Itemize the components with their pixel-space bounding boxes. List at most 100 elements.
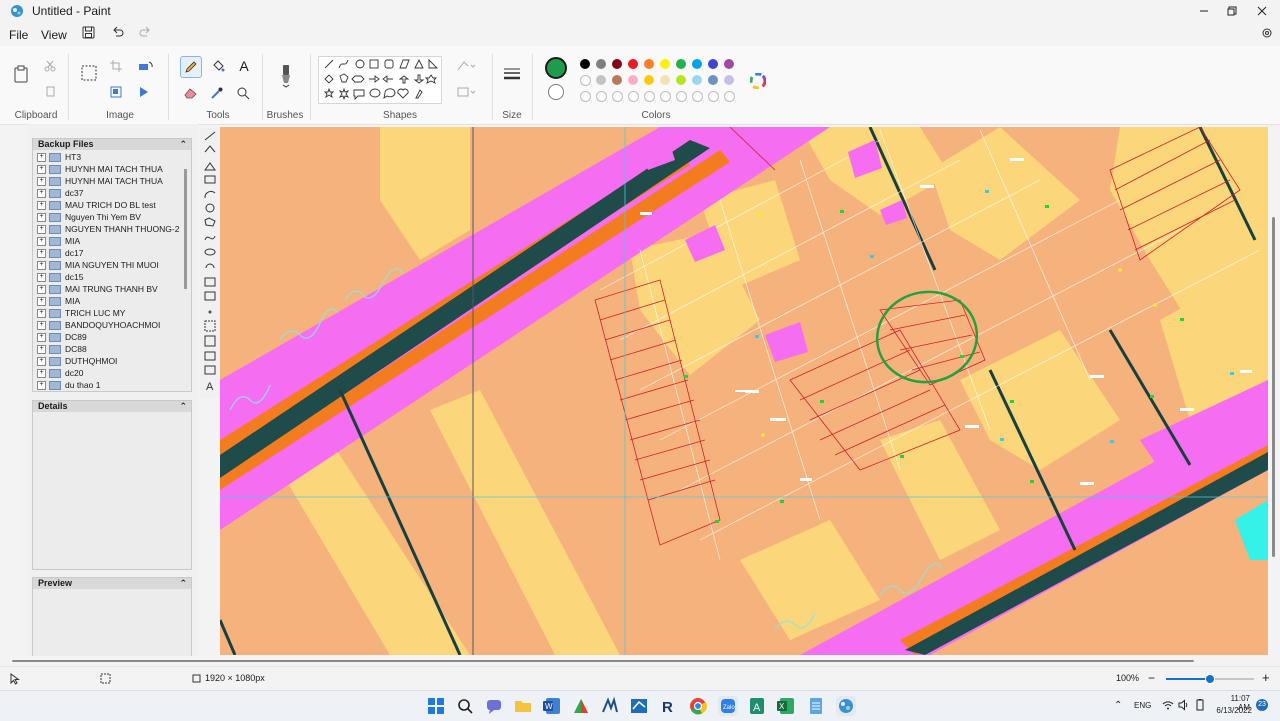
palette-swatch[interactable] xyxy=(692,59,702,69)
horizontal-scroll-thumb[interactable] xyxy=(12,660,1194,662)
custom-color-slot[interactable] xyxy=(596,91,607,102)
zoom-in-button[interactable]: + xyxy=(1262,670,1270,685)
tree-item[interactable]: + du thao 1 xyxy=(37,379,100,391)
palette-swatch[interactable] xyxy=(628,75,638,85)
palette-swatch[interactable] xyxy=(580,59,590,69)
volume-icon[interactable] xyxy=(1178,699,1190,714)
palette-swatch[interactable] xyxy=(676,59,686,69)
expand-icon[interactable]: + xyxy=(37,152,46,162)
paste-button[interactable] xyxy=(10,60,32,88)
vertical-scrollbar[interactable] xyxy=(1268,127,1280,655)
palette-swatch[interactable] xyxy=(708,75,718,85)
close-button[interactable] xyxy=(1246,0,1278,22)
palette-swatch[interactable] xyxy=(596,59,606,69)
notepad-button[interactable] xyxy=(806,696,826,716)
tree-item[interactable]: + BANDOQUYHOACHMOI xyxy=(37,319,160,331)
zoom-slider-thumb[interactable] xyxy=(1205,674,1215,684)
expand-icon[interactable]: + xyxy=(37,320,46,330)
notification-badge[interactable]: 23 xyxy=(1256,699,1268,711)
expand-icon[interactable]: + xyxy=(37,308,46,318)
tree-item[interactable]: + HUYNH MAI TACH THUA xyxy=(37,163,163,175)
expand-icon[interactable]: + xyxy=(37,176,46,186)
palette-swatch[interactable] xyxy=(692,75,702,85)
paint-taskbar-button[interactable] xyxy=(836,696,856,716)
zoom-slider[interactable] xyxy=(1166,674,1254,684)
pencil-tool[interactable] xyxy=(180,56,202,78)
palette-swatch[interactable] xyxy=(676,75,686,85)
search-button[interactable] xyxy=(455,696,475,716)
expand-icon[interactable]: + xyxy=(37,248,46,258)
collapse-icon[interactable]: ⌃ xyxy=(179,401,187,412)
vertical-scroll-thumb[interactable] xyxy=(1272,217,1275,557)
expand-icon[interactable]: + xyxy=(37,272,46,282)
tree-item[interactable]: + DC88 xyxy=(37,343,87,355)
palette-swatch[interactable] xyxy=(580,75,591,86)
tree-item[interactable]: + NGUYEN THANH THUONG-2 xyxy=(37,223,179,235)
expand-icon[interactable]: + xyxy=(37,380,46,390)
expand-icon[interactable]: + xyxy=(37,368,46,378)
flip-vertical-button[interactable] xyxy=(134,84,158,100)
expand-icon[interactable]: + xyxy=(37,284,46,294)
maximize-button[interactable] xyxy=(1216,0,1248,22)
palette-swatch[interactable] xyxy=(628,59,638,69)
zoom-out-button[interactable]: − xyxy=(1148,671,1155,685)
collapse-icon[interactable]: ⌃ xyxy=(179,578,187,589)
expand-icon[interactable]: + xyxy=(37,236,46,246)
outline-button[interactable] xyxy=(452,58,480,74)
expand-icon[interactable]: + xyxy=(37,344,46,354)
drawing-canvas[interactable] xyxy=(220,127,1268,655)
tree-item[interactable]: + MAU TRICH DO BL test xyxy=(37,199,156,211)
copy-button[interactable] xyxy=(42,84,58,100)
custom-color-slot[interactable] xyxy=(660,91,671,102)
palette-swatch[interactable] xyxy=(724,75,734,85)
tree-item[interactable]: + HUYNH MAI TACH THUA xyxy=(37,175,163,187)
tree-item[interactable]: + TRICH LUC MY xyxy=(37,307,125,319)
custom-color-slot[interactable] xyxy=(676,91,687,102)
tree-item[interactable]: + MAI TRUNG THANH BV xyxy=(37,283,158,295)
crop-button[interactable] xyxy=(108,58,124,74)
menu-view[interactable]: View xyxy=(41,28,67,42)
tree-item[interactable]: + DC89 xyxy=(37,331,87,343)
word-button[interactable]: W xyxy=(542,696,562,716)
resize-button[interactable] xyxy=(108,84,124,100)
battery-icon[interactable] xyxy=(1194,699,1206,714)
custom-color-slot[interactable] xyxy=(692,91,703,102)
text-tool[interactable]: A xyxy=(234,56,254,76)
custom-color-slot[interactable] xyxy=(628,91,639,102)
palette-swatch[interactable] xyxy=(644,59,654,69)
excel-button[interactable]: X xyxy=(776,696,796,716)
tree-item[interactable]: + DUTHQHMOI xyxy=(37,355,117,367)
expand-icon[interactable]: + xyxy=(37,332,46,342)
tree-item[interactable]: + dc20 xyxy=(37,367,83,379)
show-hidden-icons-button[interactable]: ⌃ xyxy=(1114,700,1122,711)
color-picker-tool[interactable] xyxy=(208,84,226,102)
mapinfo-button[interactable] xyxy=(629,696,649,716)
settings-button[interactable] xyxy=(1260,26,1274,43)
maps-app-button[interactable] xyxy=(571,696,591,716)
tree-item[interactable]: + MIA NGUYEN THI MUOI xyxy=(37,259,159,271)
palette-swatch[interactable] xyxy=(660,75,670,85)
custom-color-slot[interactable] xyxy=(580,91,591,102)
size-button[interactable] xyxy=(500,62,524,86)
eraser-tool[interactable] xyxy=(182,84,200,102)
access-app-button[interactable]: A xyxy=(747,696,767,716)
wifi-icon[interactable] xyxy=(1162,699,1174,714)
menu-file[interactable]: File xyxy=(9,28,28,42)
tree-item[interactable]: + MIA xyxy=(37,295,80,307)
secondary-color[interactable] xyxy=(548,84,564,100)
expand-icon[interactable]: + xyxy=(37,356,46,366)
chrome-button[interactable] xyxy=(688,696,708,716)
custom-color-slot[interactable] xyxy=(612,91,623,102)
tree-item[interactable]: + dc15 xyxy=(37,271,83,283)
expand-icon[interactable]: + xyxy=(37,224,46,234)
expand-icon[interactable]: + xyxy=(37,188,46,198)
fill-tool[interactable] xyxy=(208,56,228,76)
save-button[interactable] xyxy=(82,26,96,43)
palette-swatch[interactable] xyxy=(596,75,606,85)
magnifier-tool[interactable] xyxy=(234,84,252,102)
tree-item[interactable]: + dc17 xyxy=(37,247,83,259)
cut-button[interactable] xyxy=(42,58,58,74)
palette-swatch[interactable] xyxy=(708,59,718,69)
palette-swatch[interactable] xyxy=(644,75,654,85)
collapse-icon[interactable]: ⌃ xyxy=(179,139,187,150)
